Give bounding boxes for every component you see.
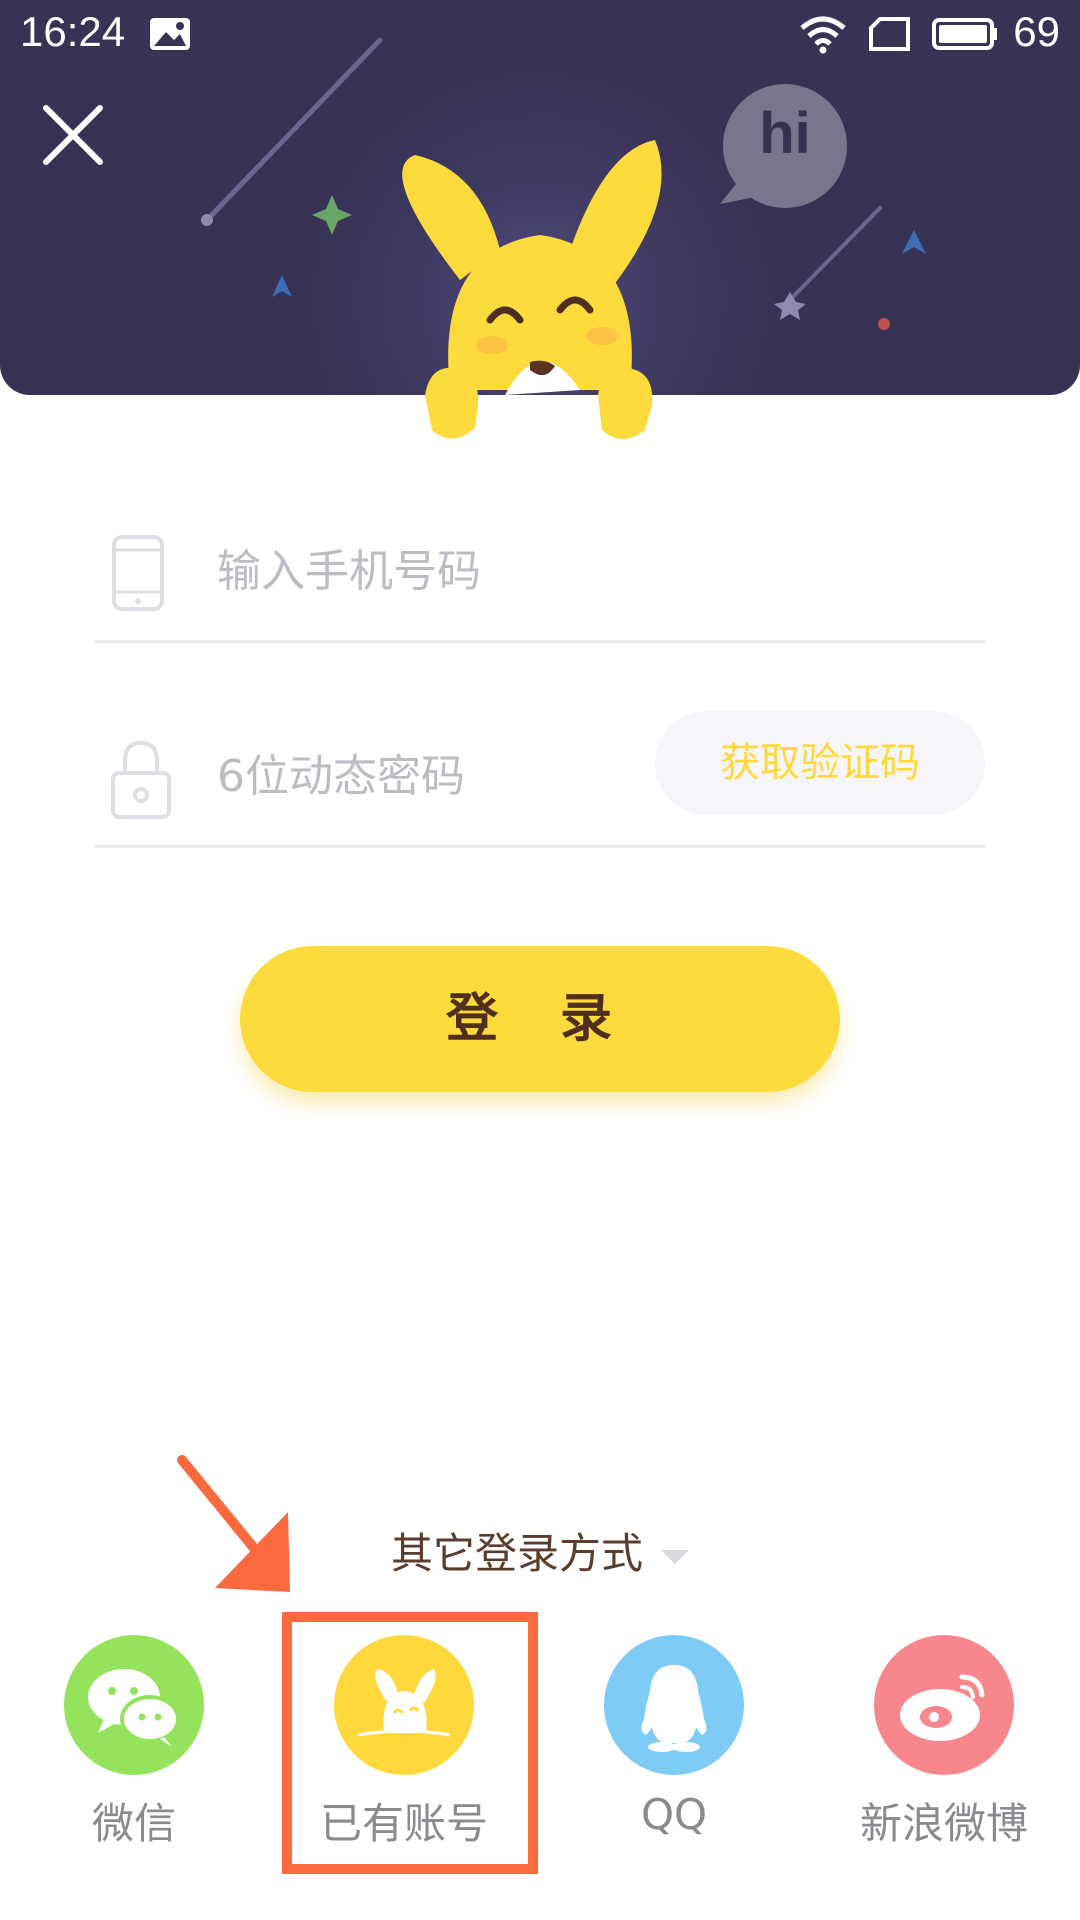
qq-label: QQ [640, 1790, 708, 1839]
phone-row [95, 510, 985, 643]
phone-input[interactable] [215, 540, 719, 602]
login-button[interactable]: 登 录 [240, 946, 840, 1092]
battery-level: 69 [1013, 8, 1060, 55]
status-bar: 16:24 69 [0, 0, 1080, 66]
wechat-label: 微信 [91, 1799, 176, 1848]
other-login-toggle[interactable]: 其它登录方式 [0, 1520, 1080, 1581]
code-row: 获取验证码 [95, 711, 985, 848]
annotation-highlight-box [282, 1612, 538, 1874]
wifi-icon [800, 16, 846, 54]
weibo-label: 新浪微博 [859, 1799, 1028, 1848]
wechat-login-button[interactable] [64, 1635, 204, 1775]
battery-icon [932, 18, 997, 50]
gallery-notification-icon [150, 18, 190, 50]
phone-icon [112, 535, 164, 611]
qq-login-button[interactable] [604, 1635, 744, 1775]
status-time: 16:24 [20, 8, 126, 55]
qq-penguin-icon [641, 1665, 707, 1752]
kangaroo-mascot-icon [402, 140, 662, 439]
weibo-icon [900, 1674, 985, 1741]
other-login-title: 其它登录方式 [390, 1529, 643, 1578]
weibo-login-button[interactable] [874, 1635, 1014, 1775]
wechat-icon [88, 1669, 180, 1747]
close-icon[interactable] [38, 100, 108, 170]
annotation-arrow-icon [177, 1455, 290, 1592]
get-code-button[interactable]: 获取验证码 [655, 711, 985, 815]
bubble-text: hi [759, 101, 811, 166]
caret-down-icon [661, 1549, 689, 1564]
sim-icon [869, 17, 910, 51]
lock-icon [111, 740, 171, 819]
code-input[interactable] [215, 745, 599, 807]
